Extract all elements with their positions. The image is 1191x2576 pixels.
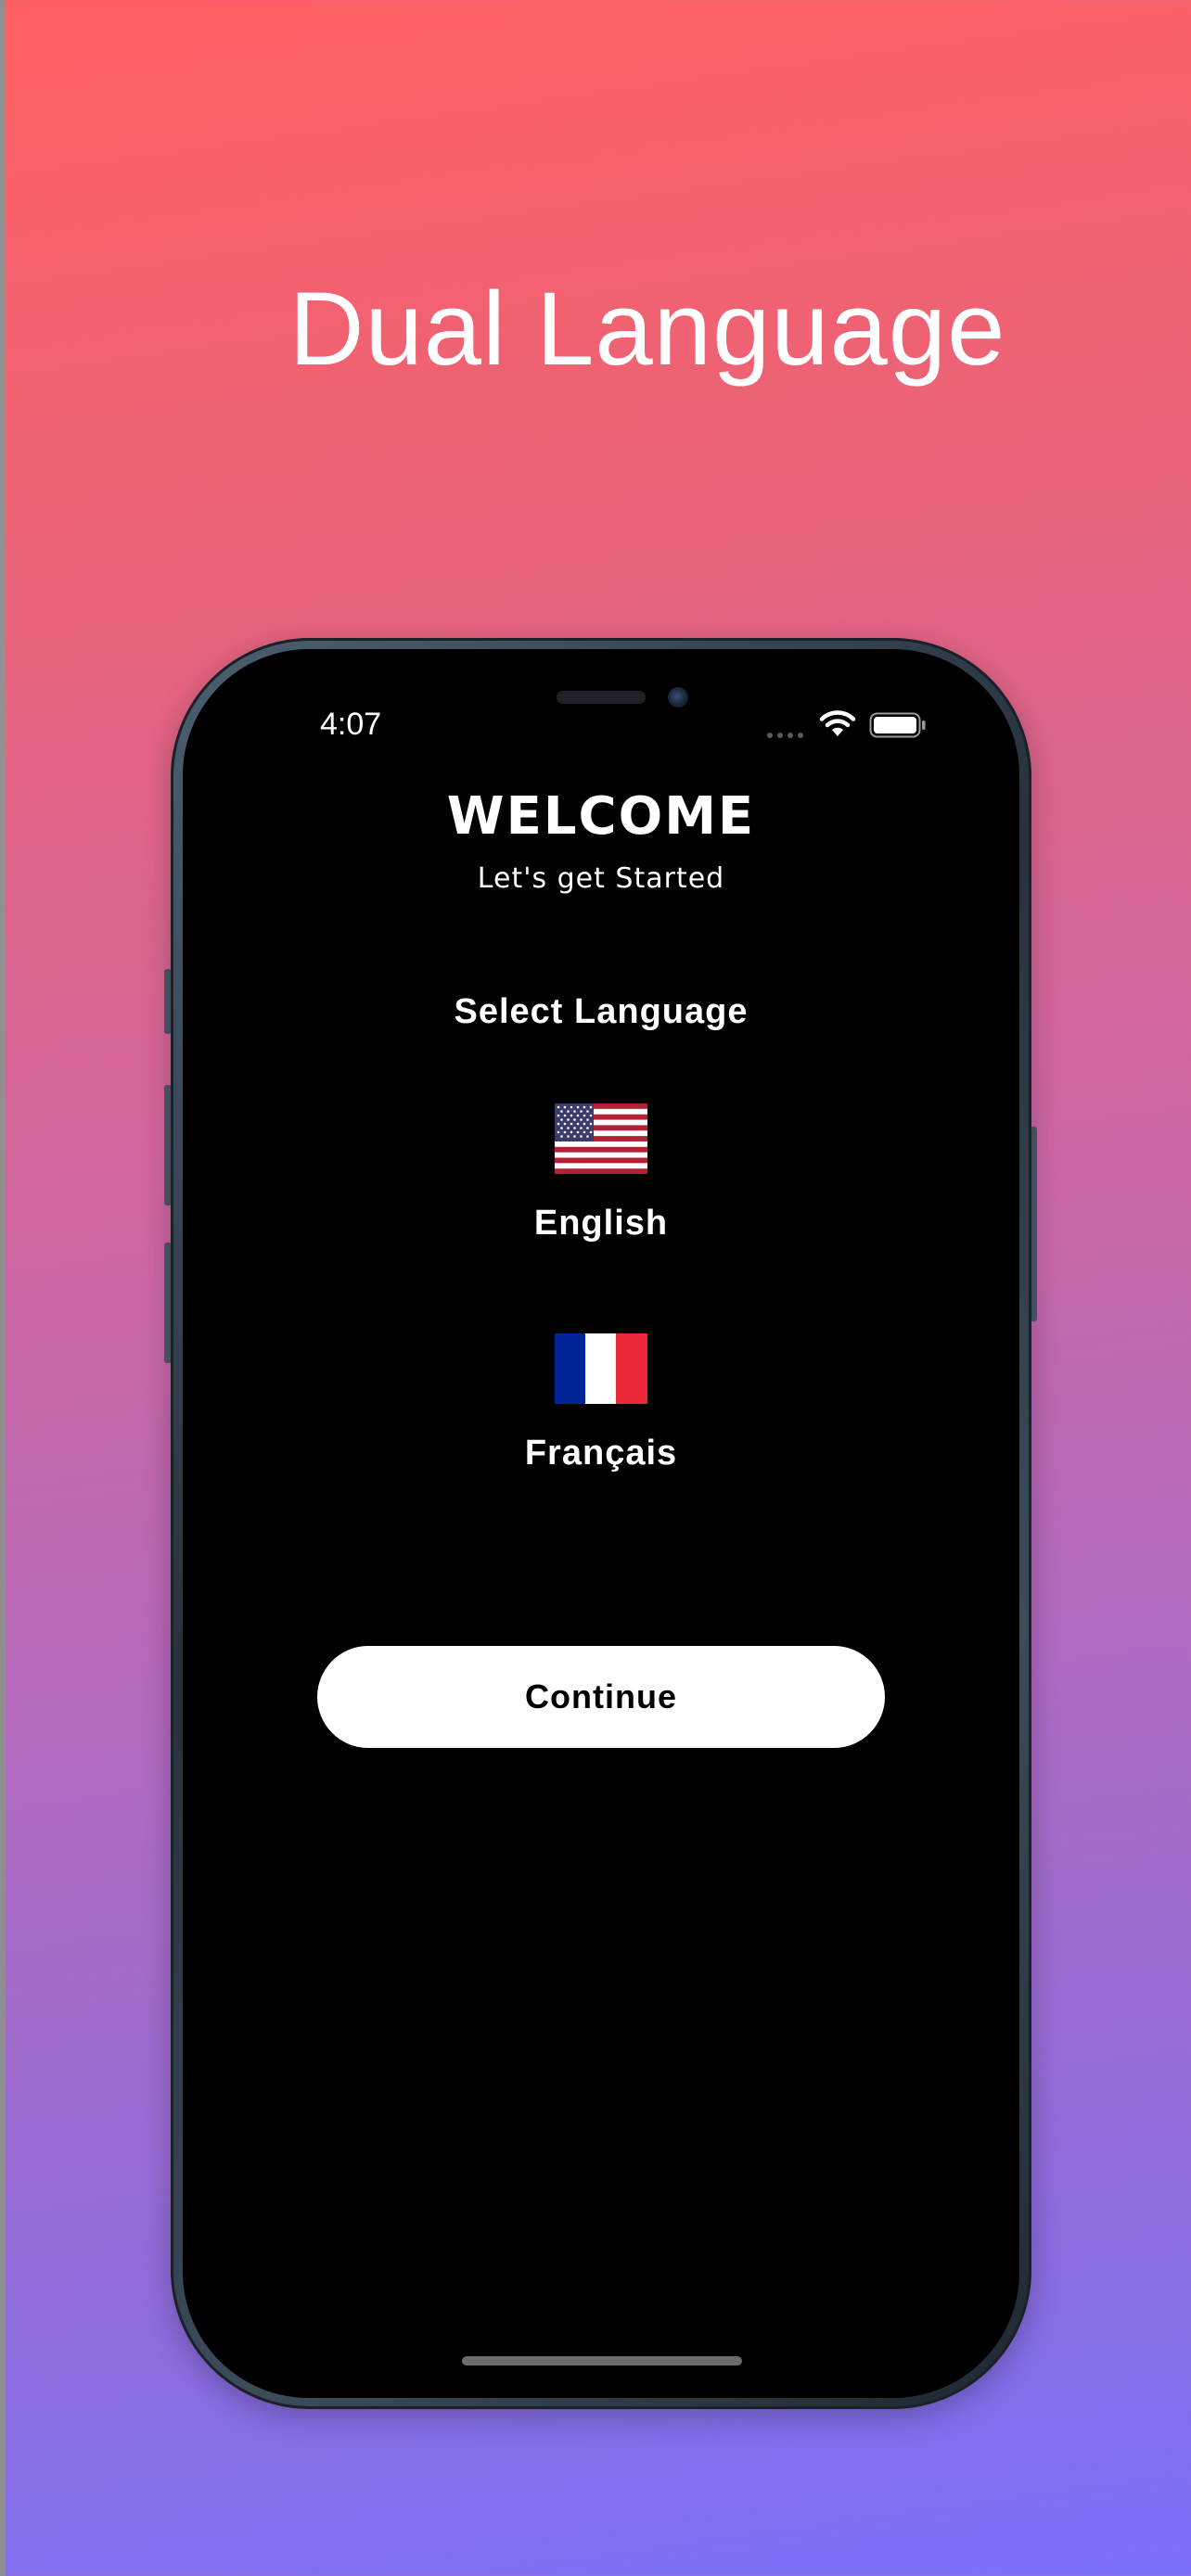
- wifi-icon: [819, 710, 856, 736]
- battery-icon: [869, 712, 926, 738]
- front-camera-icon: [668, 687, 688, 708]
- welcome-title: WELCOME: [446, 786, 756, 847]
- continue-button[interactable]: Continue: [317, 1646, 885, 1748]
- france-flag-icon: [555, 1333, 647, 1404]
- home-indicator[interactable]: [462, 2356, 742, 2366]
- language-label-english: English: [533, 1204, 669, 1243]
- welcome-subtitle: Let's get Started: [477, 862, 725, 895]
- language-option-french[interactable]: Français: [462, 1333, 740, 1519]
- earpiece-speaker: [557, 691, 646, 704]
- cellular-signal-icon: [767, 733, 803, 738]
- us-flag-icon: [555, 1103, 647, 1174]
- select-language-label: Select Language: [454, 992, 749, 1031]
- phone-screen: 4:07 WELCOME Let's get Started Select La…: [183, 649, 1019, 2398]
- status-time: 4:07: [320, 707, 382, 742]
- language-option-english[interactable]: English: [462, 1103, 740, 1289]
- promo-headline: Dual Language: [288, 271, 1006, 387]
- language-label-french: Français: [524, 1434, 678, 1473]
